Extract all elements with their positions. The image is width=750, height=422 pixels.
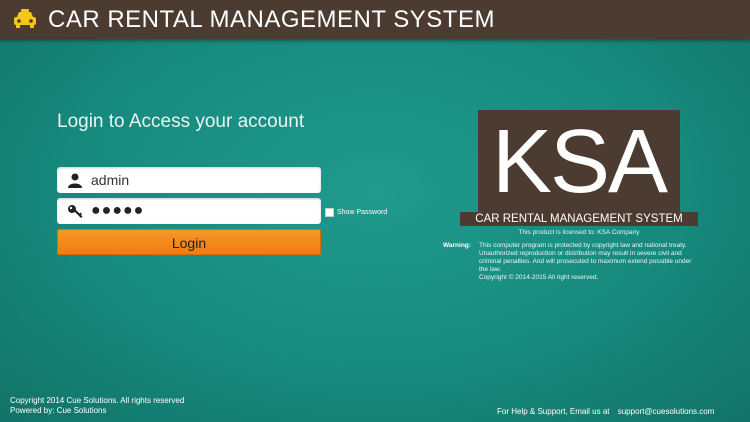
warning-copyright: Copyright © 2014-2015 All right reserved… <box>479 274 599 281</box>
footer-help: For Help & Support, Email us at support@… <box>497 407 714 416</box>
header-bar: CAR RENTAL MANAGEMENT SYSTEM <box>0 0 750 39</box>
key-icon <box>68 205 83 218</box>
car-icon <box>14 9 36 28</box>
brand-subtitle: CAR RENTAL MANAGEMENT SYSTEM <box>460 212 698 226</box>
warning-label: Warning: <box>443 242 471 249</box>
warning-body: This computer program is protected by co… <box>479 242 692 273</box>
license-text: This product is licensed to: KSA Company <box>518 229 640 236</box>
username-field[interactable] <box>57 167 321 193</box>
username-input[interactable] <box>91 167 311 193</box>
show-password-label: Show Password <box>337 209 388 216</box>
password-input[interactable] <box>91 198 311 224</box>
support-email-link[interactable]: support@cuesolutions.com <box>618 407 715 416</box>
footer-copyright: Copyright 2014 Cue Solutions. All rights… <box>10 396 184 416</box>
show-password-toggle[interactable]: Show Password <box>325 208 387 217</box>
login-heading: Login to Access your account <box>57 111 305 132</box>
login-button[interactable]: Login <box>57 229 321 255</box>
powered-by-text: Powered by: Cue Solutions <box>10 406 107 415</box>
show-password-checkbox[interactable] <box>325 208 334 217</box>
help-text: For Help & Support, Email us at <box>497 407 610 416</box>
warning-text: This computer program is protected by co… <box>479 242 694 282</box>
user-icon <box>68 173 82 188</box>
brand-logo: KSA <box>491 112 668 212</box>
app-title: CAR RENTAL MANAGEMENT SYSTEM <box>48 6 495 33</box>
copyright-text: Copyright 2014 Cue Solutions. All rights… <box>10 396 185 405</box>
password-field[interactable] <box>57 198 321 224</box>
brand-logo-box: KSA <box>478 110 680 212</box>
